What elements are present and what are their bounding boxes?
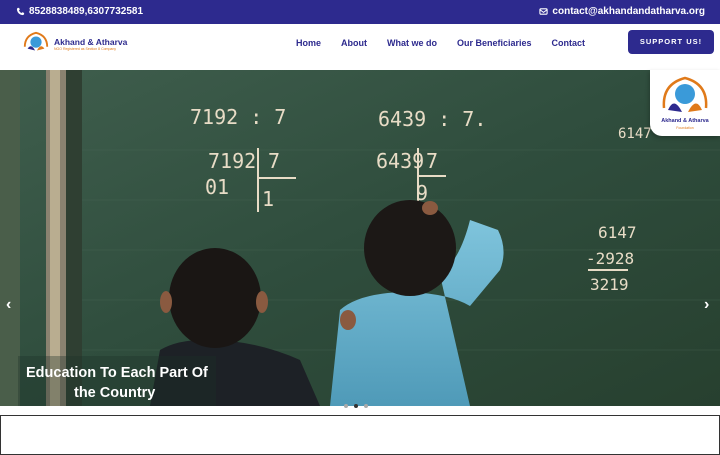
slide-dot-3[interactable]	[364, 404, 368, 408]
chalk-sub-bot: 3219	[590, 275, 629, 294]
chalk-div-left-top: 7192	[208, 149, 256, 173]
main-nav: Home About What we do Our Beneficiaries …	[296, 38, 605, 48]
site-logo[interactable]: Akhand & Atharva NGO Registered as Secti…	[22, 30, 127, 58]
phone-icon	[16, 7, 25, 16]
slider-next-arrow[interactable]: ›	[704, 296, 709, 314]
floating-logo-badge[interactable]: Akhand & Atharva Foundation	[650, 70, 720, 136]
hero-caption-line2: the Country	[74, 385, 156, 401]
slider-dots	[344, 404, 368, 408]
nav-contact[interactable]: Contact	[552, 38, 586, 48]
email-address[interactable]: contact@akhandandatharva.org	[552, 6, 705, 17]
hero-caption: Education To Each Part Of the Country	[18, 356, 216, 406]
badge-logo-icon	[662, 76, 708, 112]
chalk-div-right-top: 6439	[376, 149, 424, 173]
nav-home[interactable]: Home	[296, 38, 321, 48]
support-us-button[interactable]: SUPPORT US!	[628, 30, 714, 54]
chalk-corner: 6147	[618, 126, 652, 142]
next-section-frame	[0, 415, 720, 455]
chalk-div-right-divisor: 7	[426, 149, 438, 173]
chalk-eq-left: 7192 : 7	[190, 105, 286, 129]
top-contact-bar: 8528838489,6307732581 contact@akhandanda…	[0, 0, 720, 24]
logo-name: Akhand & Atharva	[54, 36, 128, 47]
hero-slider: 7192 : 7 6439 : 7. 7192 7 01 1 6439 7 9 …	[0, 70, 720, 406]
chalk-div-left-divisor: 7	[268, 149, 280, 173]
chalk-div-left-r: 1	[262, 187, 274, 211]
nav-our-beneficiaries[interactable]: Our Beneficiaries	[457, 38, 532, 48]
chalk-div-left-q: 01	[205, 175, 229, 199]
slider-prev-arrow[interactable]: ‹	[6, 296, 11, 314]
site-header: Akhand & Atharva NGO Registered as Secti…	[0, 24, 720, 70]
logo-tagline: NGO Registered as Section 8 Company	[54, 46, 117, 51]
hero-caption-line1: Education To Each Part Of	[26, 365, 208, 381]
phone-contact[interactable]: 8528838489,6307732581	[16, 6, 143, 17]
slide-dot-1[interactable]	[344, 404, 348, 408]
email-contact[interactable]: contact@akhandandatharva.org	[539, 6, 705, 17]
chalk-sub-top: 6147	[598, 223, 637, 242]
nav-what-we-do[interactable]: What we do	[387, 38, 437, 48]
chalk-eq-right: 6439 : 7.	[378, 107, 486, 131]
slide-dot-2[interactable]	[354, 404, 358, 408]
logo-hands-icon	[23, 31, 49, 51]
chalk-sub-mid: -2928	[586, 249, 634, 268]
phone-number[interactable]: 8528838489,6307732581	[29, 6, 143, 17]
email-icon	[539, 8, 549, 15]
badge-tagline: Foundation	[676, 126, 694, 130]
badge-name: Akhand & Atharva	[661, 118, 709, 124]
nav-about[interactable]: About	[341, 38, 367, 48]
